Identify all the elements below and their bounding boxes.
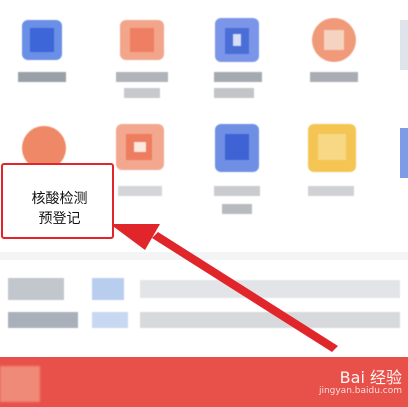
highlight-box[interactable]: 核酸检测 预登记 [1,163,114,239]
baidu-jingyan-watermark: Bai 经验 jingyan.baidu.com [319,364,402,396]
nucleic-test-preregister-label[interactable]: 核酸检测 预登记 [3,189,116,229]
watermark-brand: Bai 经验 [339,368,402,387]
label-line-1: 核酸检测 [31,191,88,207]
watermark-url: jingyan.baidu.com [318,386,402,396]
label-line-2: 预登记 [38,211,81,227]
